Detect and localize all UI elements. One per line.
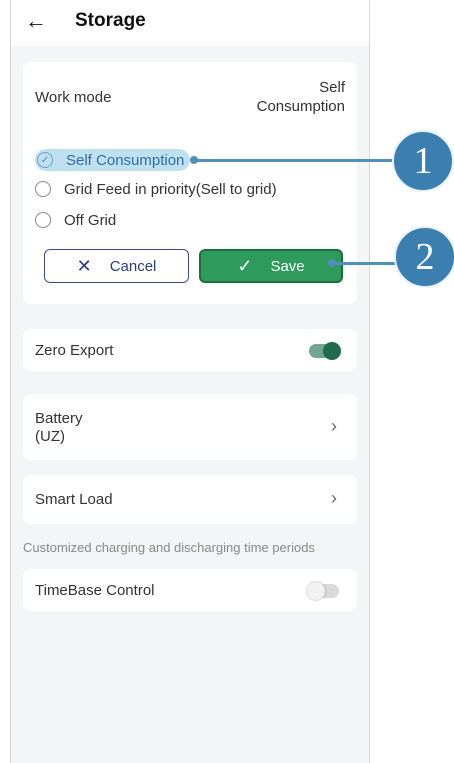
toggle-knob	[323, 342, 341, 360]
option-label: Self Consumption	[66, 151, 185, 169]
zero-export-row: Zero Export	[23, 329, 357, 371]
work-mode-value-line1: Self	[319, 79, 345, 96]
work-mode-value: Self Consumption	[225, 78, 345, 116]
cancel-button[interactable]: ✕ Cancel	[44, 249, 189, 283]
section-caption: Customized charging and discharging time…	[23, 540, 315, 555]
radio-checked-icon: ✓	[37, 152, 53, 168]
work-mode-label: Work mode	[35, 89, 112, 106]
radio-unchecked-icon	[35, 212, 51, 228]
work-mode-card: Work mode Self Consumption ✓ Self Consum…	[23, 62, 357, 304]
radio-unchecked-icon	[35, 181, 51, 197]
timebase-toggle[interactable]	[307, 582, 339, 600]
battery-row[interactable]: Battery (UZ) ›	[23, 394, 357, 460]
toggle-knob	[307, 582, 325, 600]
callout-2-line	[333, 262, 397, 265]
close-icon: ✕	[76, 255, 92, 276]
option-label: Off Grid	[64, 211, 117, 229]
option-off-grid[interactable]: Off Grid	[35, 209, 116, 231]
zero-export-toggle[interactable]	[309, 342, 341, 360]
callout-2-dot	[328, 259, 336, 267]
back-arrow-icon[interactable]: ←	[25, 9, 47, 33]
smart-load-row[interactable]: Smart Load ›	[23, 475, 357, 524]
option-self-consumption[interactable]: ✓ Self Consumption	[35, 149, 191, 171]
battery-label: Battery (UZ)	[35, 410, 83, 445]
chevron-right-icon: ›	[331, 416, 337, 436]
cancel-label: Cancel	[109, 257, 157, 275]
zero-export-label: Zero Export	[35, 342, 114, 359]
save-button[interactable]: ✓ Save	[199, 249, 343, 283]
app-header: ← Storage	[11, 0, 369, 46]
timebase-row: TimeBase Control	[23, 569, 357, 611]
option-grid-feed[interactable]: Grid Feed in priority(Sell to grid)	[35, 178, 277, 200]
callout-1-dot	[190, 156, 198, 164]
option-label: Grid Feed in priority(Sell to grid)	[64, 180, 277, 198]
work-mode-value-line2: Consumption	[256, 98, 345, 115]
smart-load-label: Smart Load	[35, 491, 113, 508]
callout-1-badge: 1	[392, 130, 454, 192]
callout-2-badge: 2	[394, 226, 454, 288]
save-label: Save	[270, 257, 305, 275]
callout-1-line	[195, 159, 395, 162]
phone-screen: ← Storage Work mode Self Consumption ✓ S…	[10, 0, 370, 763]
page-title: Storage	[75, 10, 146, 31]
timebase-label: TimeBase Control	[35, 582, 155, 599]
chevron-right-icon: ›	[331, 488, 337, 508]
check-icon: ✓	[237, 255, 253, 276]
